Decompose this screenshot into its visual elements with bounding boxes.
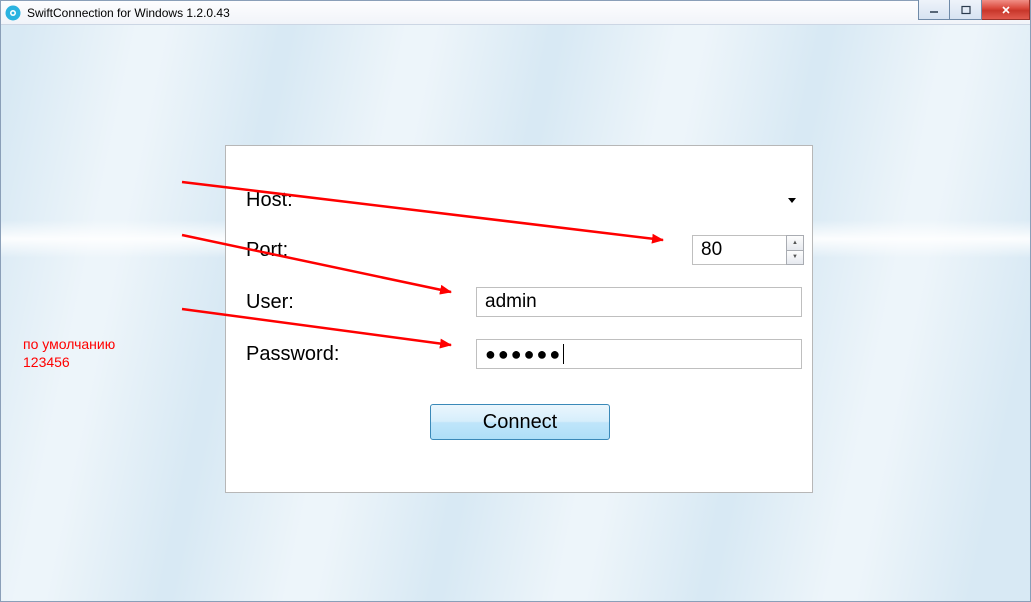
- window-controls: [918, 0, 1030, 20]
- connection-panel: Host: Port: ▲ ▼ User:: [225, 145, 813, 493]
- spinner-up-button[interactable]: ▲: [787, 236, 803, 251]
- maximize-button[interactable]: [950, 0, 982, 20]
- user-label: User:: [246, 291, 456, 314]
- window-title: SwiftConnection for Windows 1.2.0.43: [27, 6, 230, 20]
- port-stepper[interactable]: ▲ ▼: [692, 235, 804, 265]
- app-window: SwiftConnection for Windows 1.2.0.43 Hos…: [0, 0, 1031, 602]
- user-input[interactable]: [476, 287, 802, 317]
- password-mask: ●●●●●●: [485, 344, 562, 365]
- close-button[interactable]: [982, 0, 1030, 20]
- port-spinner: ▲ ▼: [786, 235, 804, 265]
- host-row: Host:: [246, 184, 456, 216]
- password-label: Password:: [246, 343, 456, 366]
- password-row: Password: ●●●●●●: [246, 338, 456, 370]
- annotation-line1: по умолчанию: [23, 335, 115, 353]
- client-area: Host: Port: ▲ ▼ User:: [1, 25, 1030, 601]
- port-label: Port:: [246, 239, 456, 262]
- app-icon: [5, 5, 21, 21]
- port-row: Port: ▲ ▼: [246, 234, 456, 266]
- host-label: Host:: [246, 189, 456, 212]
- annotation-line2: 123456: [23, 353, 115, 371]
- annotation-note: по умолчанию 123456: [23, 335, 115, 371]
- chevron-down-icon: [788, 198, 796, 203]
- titlebar[interactable]: SwiftConnection for Windows 1.2.0.43: [1, 1, 1030, 25]
- port-input[interactable]: [692, 235, 786, 265]
- password-input[interactable]: ●●●●●●: [476, 339, 802, 369]
- connect-button[interactable]: Connect: [430, 404, 610, 440]
- minimize-button[interactable]: [918, 0, 950, 20]
- text-caret: [563, 344, 564, 364]
- spinner-down-button[interactable]: ▼: [787, 251, 803, 265]
- user-row: User:: [246, 286, 456, 318]
- host-dropdown[interactable]: [476, 186, 802, 214]
